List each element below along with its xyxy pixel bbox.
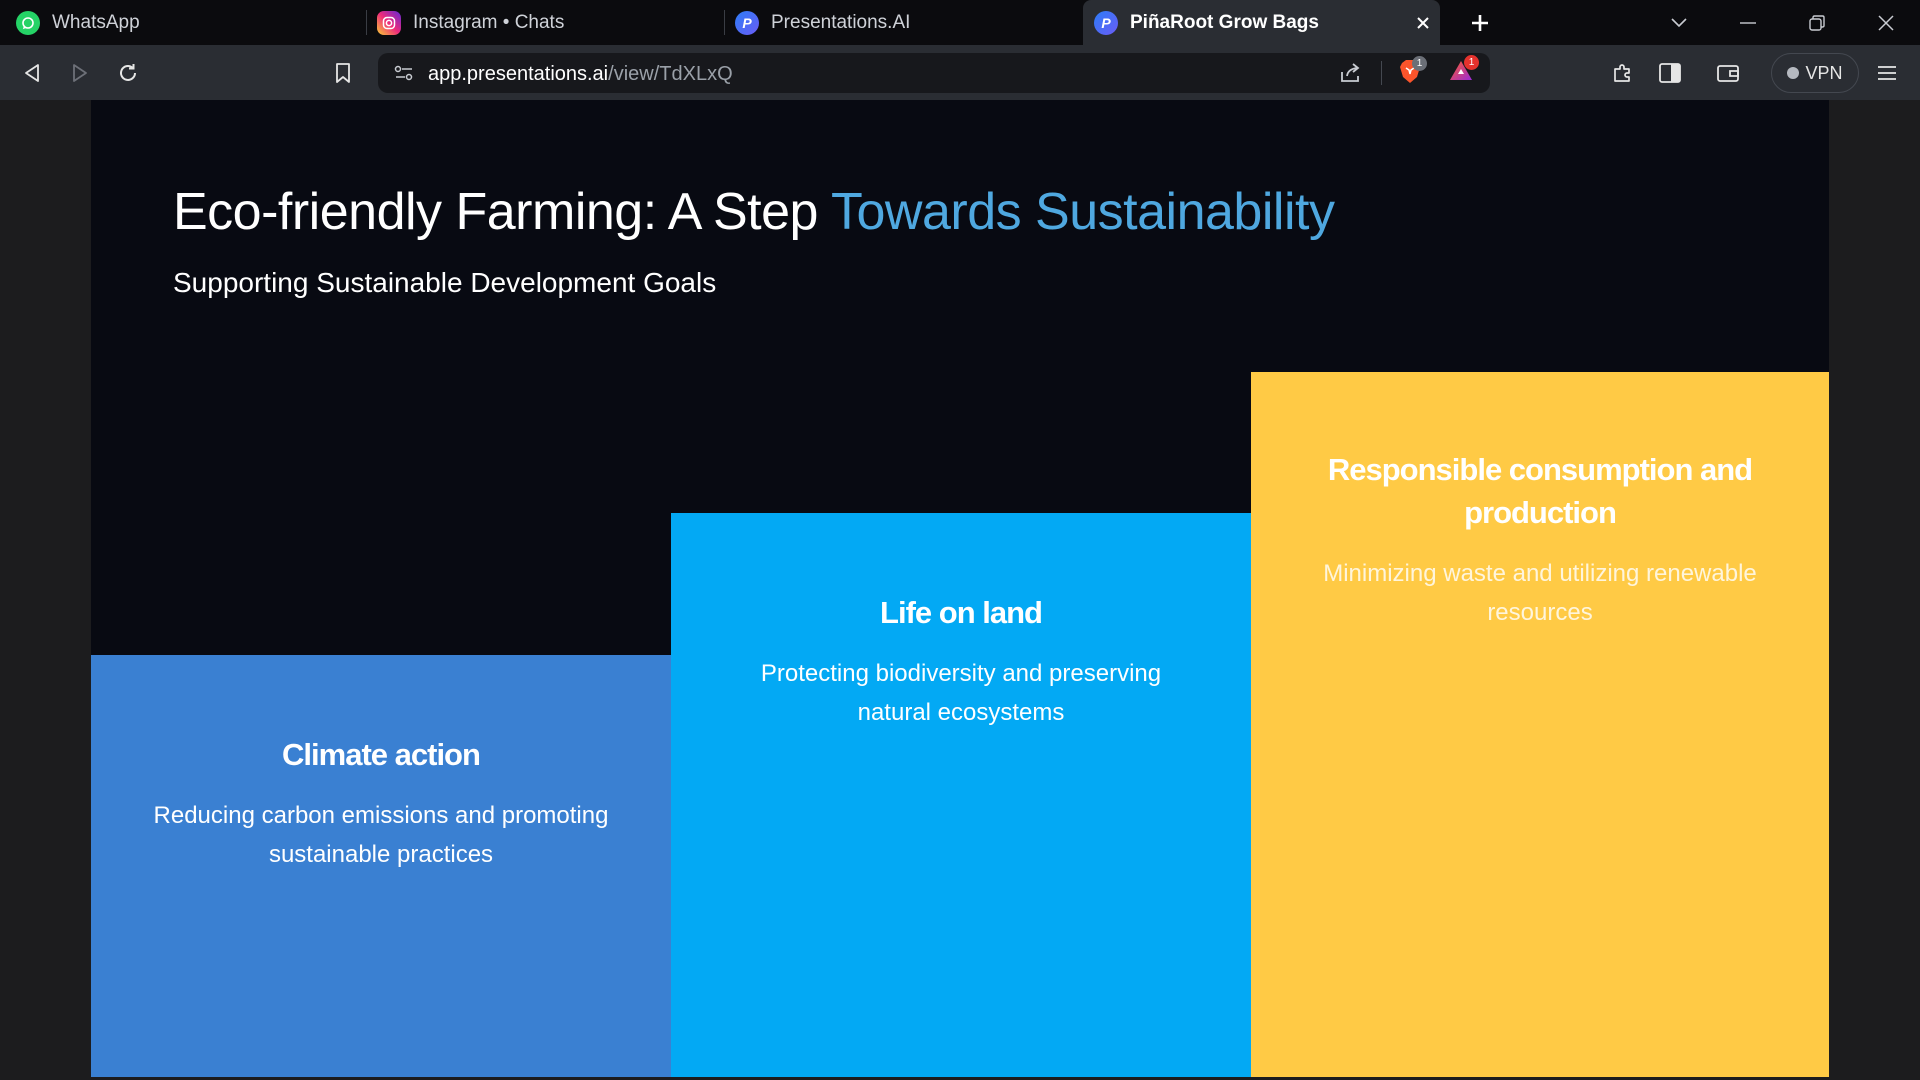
share-button[interactable] bbox=[1338, 61, 1362, 90]
tab-title: WhatsApp bbox=[52, 11, 140, 33]
shields-count: 1 bbox=[1412, 56, 1427, 71]
brave-shields-button[interactable]: 1 bbox=[1398, 56, 1427, 87]
site-settings-icon bbox=[394, 65, 413, 81]
url-path: /view/TdXLxQ bbox=[608, 63, 733, 85]
presentations-ai-icon: P bbox=[1094, 10, 1118, 35]
vpn-button[interactable]: VPN bbox=[1771, 53, 1859, 93]
reload-button[interactable] bbox=[108, 53, 148, 93]
brave-rewards-button[interactable]: 1 bbox=[1448, 55, 1479, 87]
wallet-button[interactable] bbox=[1708, 53, 1748, 93]
plus-icon bbox=[1472, 14, 1488, 31]
reload-icon bbox=[120, 64, 136, 81]
slide-title-main: Eco-friendly Farming: A Step bbox=[173, 183, 831, 241]
vpn-label: VPN bbox=[1805, 62, 1843, 83]
forward-button[interactable] bbox=[60, 53, 100, 93]
tab-separator bbox=[366, 10, 367, 35]
close-icon bbox=[1417, 16, 1429, 29]
tab-title: Presentations.AI bbox=[771, 11, 911, 33]
address-bar[interactable]: app.presentations.ai/view/TdXLxQ 1 1 bbox=[378, 53, 1490, 93]
goal-description: Protecting biodiversity and preserving n… bbox=[760, 660, 1162, 726]
tab-whatsapp[interactable]: WhatsApp bbox=[16, 0, 356, 45]
slide-title-accent: Towards Sustainability bbox=[830, 183, 1335, 241]
tab-separator bbox=[724, 10, 725, 35]
page-viewport: Eco-friendly Farming: A Step Towards Sus… bbox=[0, 100, 1920, 1080]
vpn-status-dot-icon bbox=[1787, 67, 1800, 79]
forward-arrow-icon bbox=[73, 64, 87, 82]
goal-heading: Life on land bbox=[880, 595, 1043, 630]
url-domain: app.presentations.ai bbox=[428, 63, 609, 85]
tab-title: PiñaRoot Grow Bags bbox=[1130, 11, 1319, 33]
goal-card-life-on-land: Life on land Protecting biodiversity and… bbox=[671, 513, 1251, 1077]
slide-title: Eco-friendly Farming: A Step Towards Sus… bbox=[173, 182, 1335, 242]
puzzle-icon bbox=[1614, 64, 1630, 82]
presentations-ai-icon: P bbox=[735, 10, 759, 35]
minimize-button[interactable] bbox=[1720, 0, 1776, 45]
bookmark-button[interactable] bbox=[323, 53, 363, 93]
instagram-icon bbox=[377, 10, 401, 35]
tab-search-button[interactable] bbox=[1651, 0, 1707, 45]
goal-heading: Climate action bbox=[282, 737, 481, 772]
goal-card-climate-action: Climate action Reducing carbon emissions… bbox=[91, 655, 671, 1077]
restore-icon bbox=[1809, 14, 1825, 31]
close-window-button[interactable] bbox=[1858, 0, 1914, 45]
back-arrow-icon bbox=[25, 64, 39, 82]
tab-strip: WhatsApp Instagram • Chats P Presentatio… bbox=[0, 0, 1920, 45]
slide-subtitle: Supporting Sustainable Development Goals bbox=[173, 267, 717, 298]
goal-heading: Responsible consumption and production bbox=[1327, 452, 1753, 530]
presentation-slide: Eco-friendly Farming: A Step Towards Sus… bbox=[91, 100, 1829, 1077]
tab-pinaroot-grow-bags[interactable]: P PiñaRoot Grow Bags bbox=[1083, 0, 1440, 45]
new-tab-button[interactable] bbox=[1460, 0, 1500, 45]
goal-description: Minimizing waste and utilizing renewable… bbox=[1323, 560, 1757, 626]
extensions-button[interactable] bbox=[1603, 53, 1643, 93]
browser-toolbar: app.presentations.ai/view/TdXLxQ 1 1 VPN bbox=[0, 45, 1920, 100]
goal-card-responsible-consumption: Responsible consumption and production M… bbox=[1251, 372, 1829, 1077]
minimize-icon bbox=[1740, 21, 1756, 24]
wallet-icon bbox=[1717, 65, 1739, 82]
tab-title: Instagram • Chats bbox=[413, 11, 565, 33]
tab-presentations-ai[interactable]: P Presentations.AI bbox=[735, 0, 1075, 45]
bookmark-icon bbox=[336, 63, 350, 83]
chevron-down-icon bbox=[1671, 17, 1687, 27]
sidebar-icon bbox=[1659, 63, 1681, 83]
close-icon bbox=[1878, 14, 1894, 31]
tab-instagram[interactable]: Instagram • Chats bbox=[377, 0, 717, 45]
url-text: app.presentations.ai/view/TdXLxQ bbox=[428, 63, 733, 86]
address-divider bbox=[1381, 61, 1382, 85]
hamburger-menu-icon bbox=[1878, 66, 1896, 80]
sidebar-button[interactable] bbox=[1650, 53, 1690, 93]
share-icon bbox=[1341, 63, 1360, 82]
goal-description: Reducing carbon emissions and promoting … bbox=[153, 802, 609, 868]
rewards-count: 1 bbox=[1464, 55, 1479, 70]
back-button[interactable] bbox=[12, 53, 52, 93]
whatsapp-icon bbox=[16, 10, 40, 35]
close-tab-button[interactable] bbox=[1408, 0, 1438, 45]
restore-button[interactable] bbox=[1789, 0, 1845, 45]
main-menu-button[interactable] bbox=[1867, 53, 1907, 93]
